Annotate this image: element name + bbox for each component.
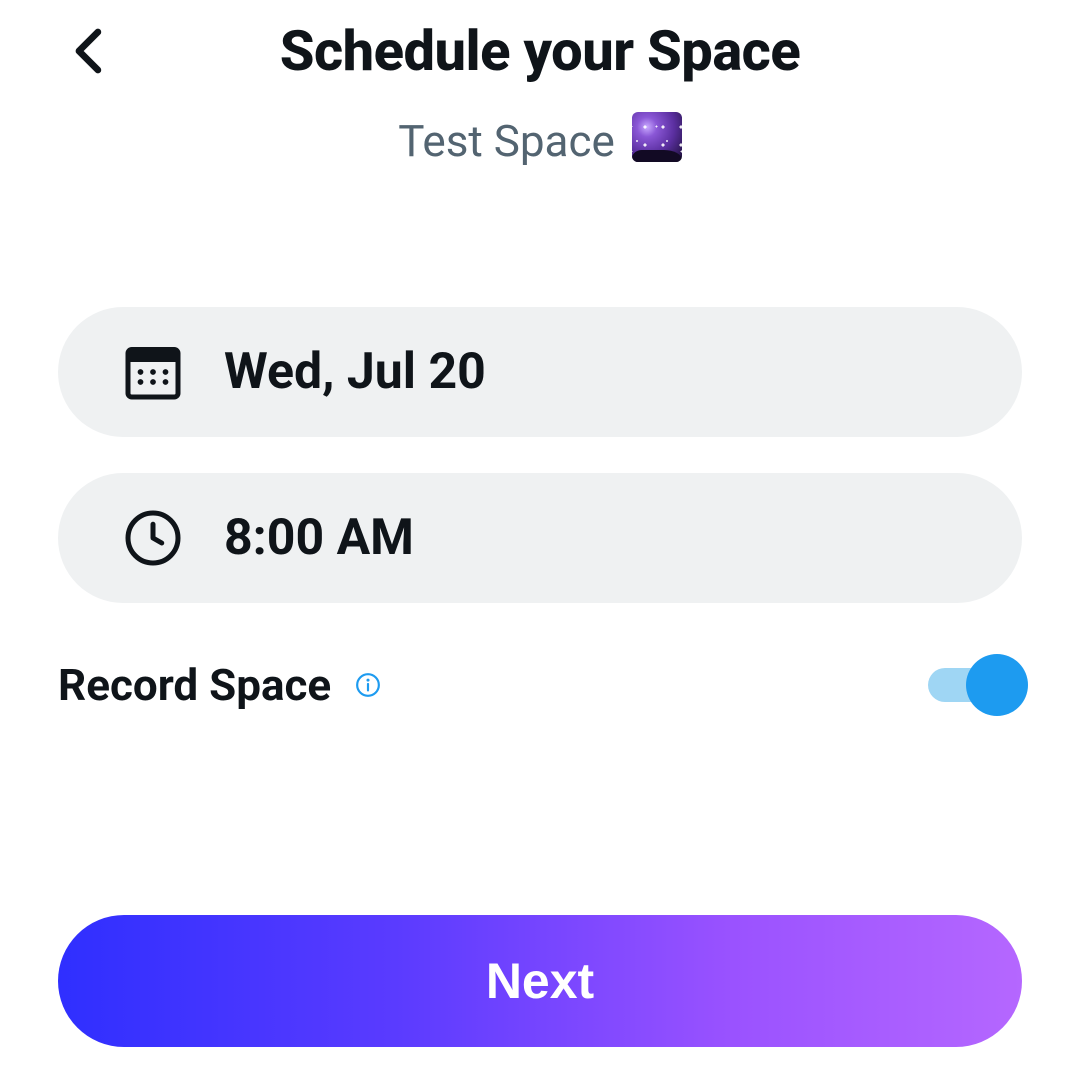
milky-way-icon (632, 112, 682, 162)
record-space-label: Record Space (58, 659, 331, 711)
date-value: Wed, Jul 20 (224, 343, 486, 401)
next-button[interactable]: Next (58, 915, 1022, 1047)
record-space-toggle[interactable] (928, 664, 1022, 706)
space-name-subtitle: Test Space (0, 112, 1080, 167)
page-title: Schedule your Space (60, 18, 1020, 84)
time-value: 8:00 AM (224, 509, 414, 567)
clock-icon (122, 507, 184, 569)
calendar-icon (122, 341, 184, 403)
next-button-label: Next (486, 952, 594, 1010)
info-icon[interactable] (353, 670, 383, 700)
time-picker[interactable]: 8:00 AM (58, 473, 1022, 603)
space-name-text: Test Space (398, 115, 626, 167)
date-picker[interactable]: Wed, Jul 20 (58, 307, 1022, 437)
